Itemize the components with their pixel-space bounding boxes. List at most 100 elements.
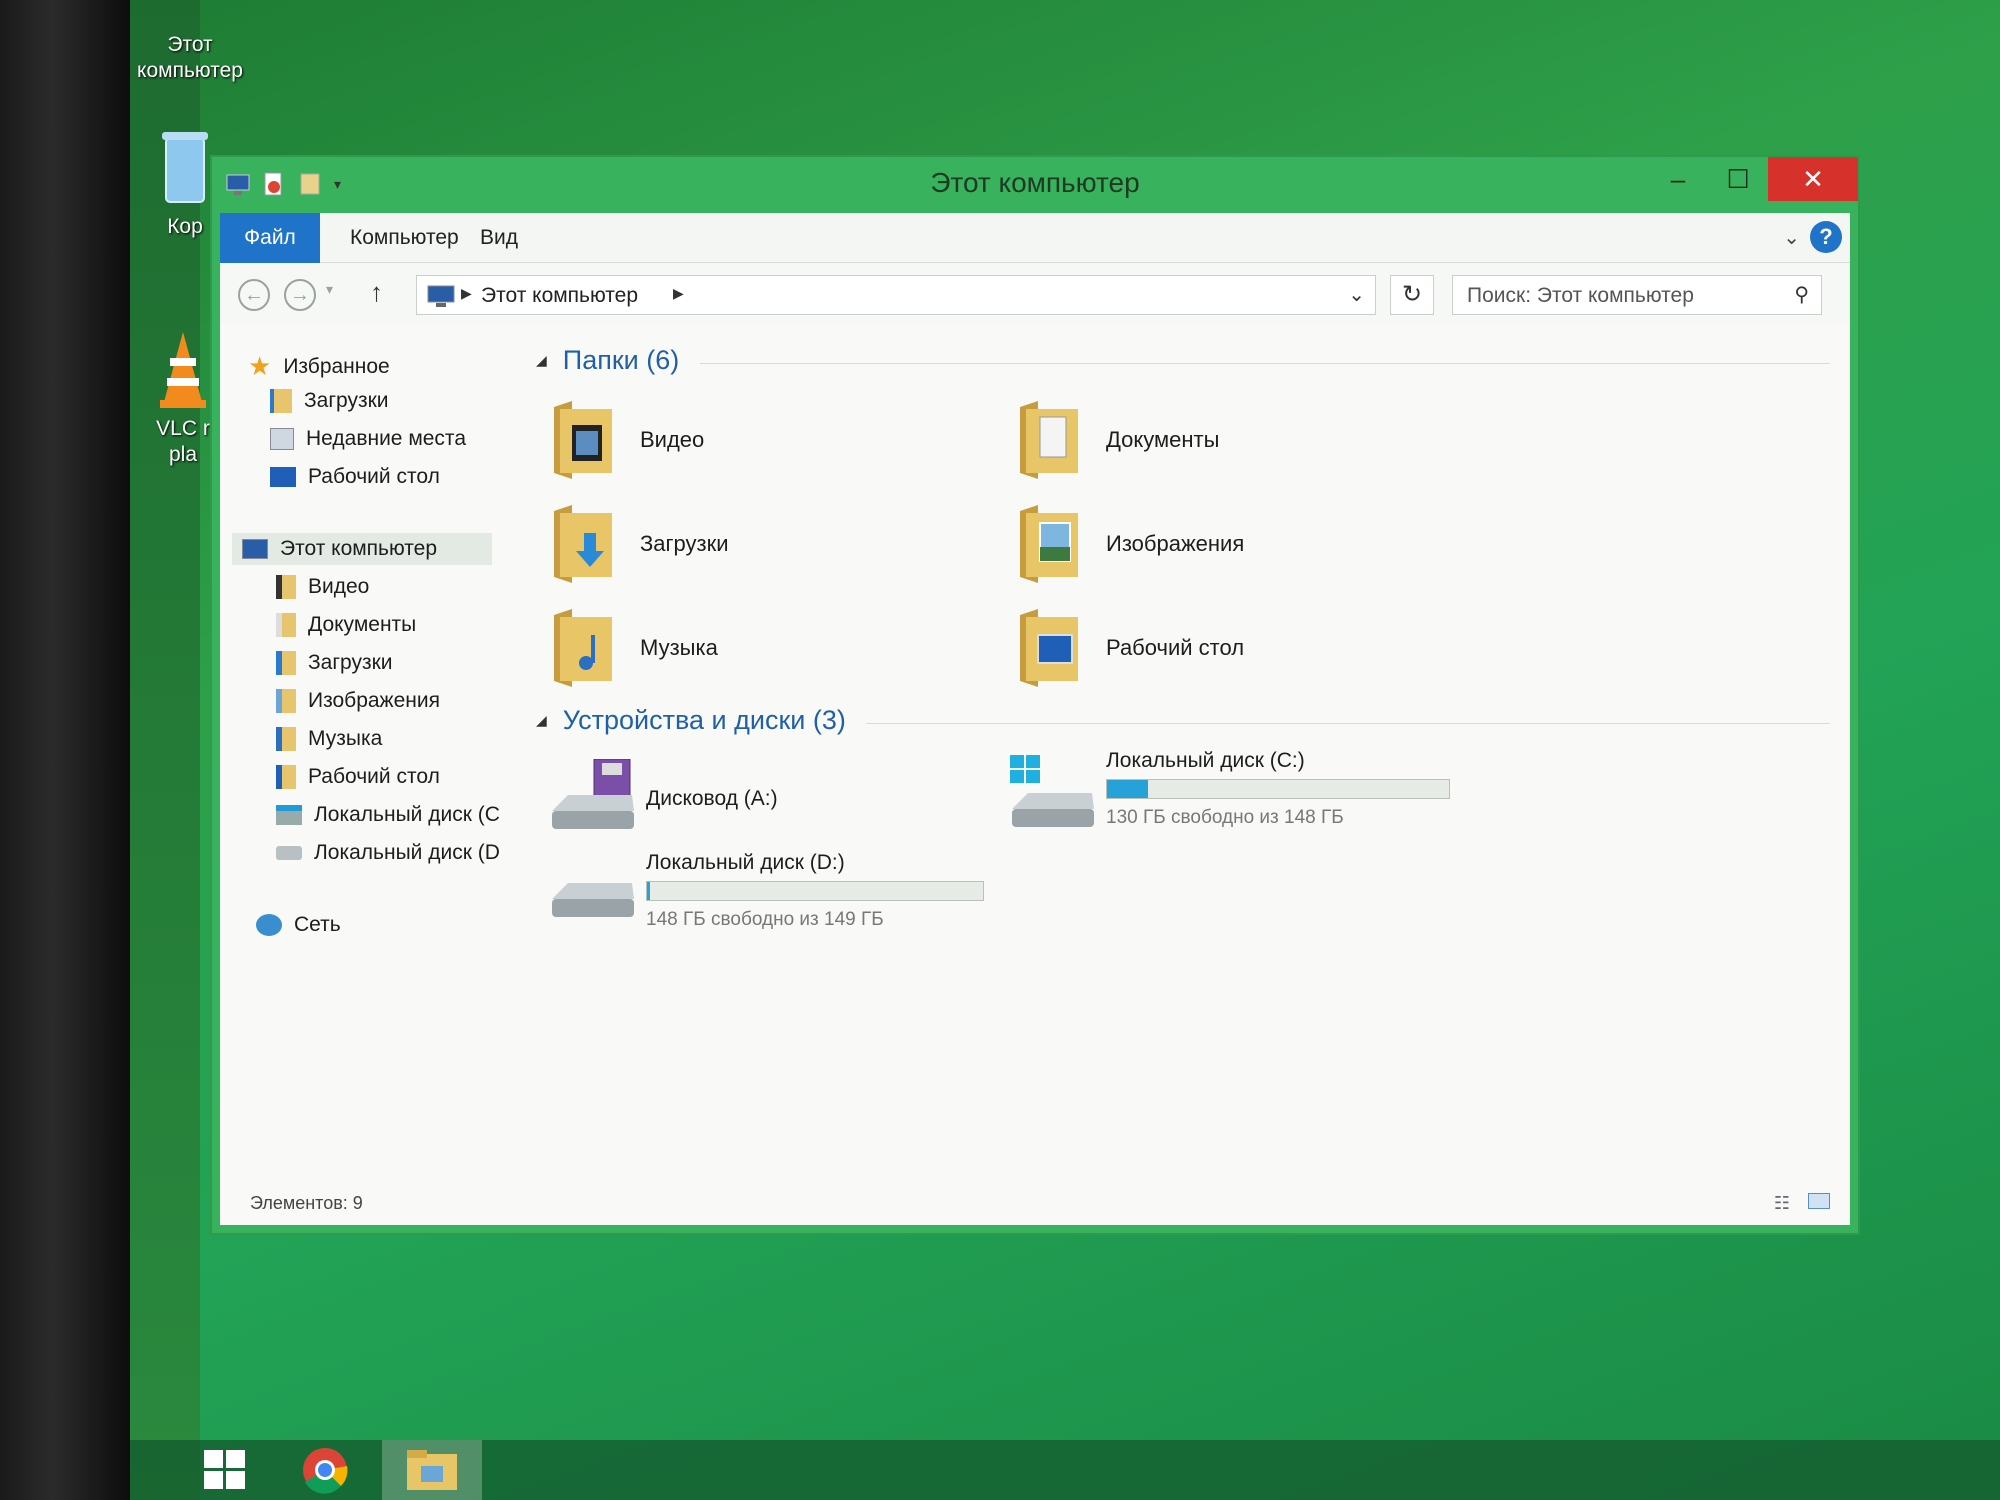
start-button[interactable]	[190, 1440, 260, 1500]
taskbar-chrome[interactable]	[290, 1440, 360, 1500]
network-icon	[256, 914, 282, 936]
folders-group-header[interactable]: ◢ Папки (6)	[536, 345, 679, 376]
system-drive-icon	[1010, 755, 1094, 827]
nav-label: Музыка	[308, 727, 383, 750]
recent-locations-icon[interactable]: ▾	[326, 281, 333, 298]
nav-item-pictures[interactable]: Изображения	[276, 689, 440, 713]
tab-view[interactable]: Вид	[462, 213, 536, 263]
close-button[interactable]: ✕	[1768, 157, 1858, 201]
maximize-button[interactable]: ☐	[1708, 157, 1768, 201]
tab-computer[interactable]: Компьютер	[332, 213, 477, 263]
address-field[interactable]: ▶ Этот компьютер ▶ ⌄	[416, 275, 1376, 315]
breadcrumb-this-pc[interactable]: Этот компьютер	[481, 284, 638, 308]
collapse-icon: ◢	[536, 352, 547, 368]
nav-label: Недавние места	[306, 427, 466, 450]
ribbon: Файл Компьютер Вид ⌄ ?	[220, 213, 1850, 263]
details-view-icon[interactable]: ☷	[1774, 1193, 1790, 1214]
search-icon[interactable]: ⚲	[1794, 282, 1809, 307]
folder-tile-pictures[interactable]: Изображения	[1016, 503, 1244, 585]
drive-tile-disk-d[interactable]: Локальный диск (D:) 148 ГБ свободно из 1…	[550, 851, 1010, 951]
nav-item-desktop-pc[interactable]: Рабочий стол	[276, 765, 440, 789]
nav-label: Рабочий стол	[308, 765, 440, 788]
back-button[interactable]: ←	[238, 279, 270, 311]
nav-item-videos[interactable]: Видео	[276, 575, 369, 599]
folder-tile-desktop[interactable]: Рабочий стол	[1016, 607, 1244, 689]
devices-group-header[interactable]: ◢ Устройства и диски (3)	[536, 705, 846, 736]
window-title: Этот компьютер	[930, 167, 1140, 198]
breadcrumb-separator-icon[interactable]: ▶	[673, 285, 684, 302]
nav-this-pc[interactable]: Этот компьютер	[232, 533, 492, 565]
nav-label: Видео	[308, 575, 370, 598]
nav-item-downloads-pc[interactable]: Загрузки	[276, 651, 393, 675]
music-folder-icon	[554, 609, 612, 687]
nav-label: Избранное	[283, 354, 390, 378]
divider	[700, 363, 1830, 364]
forward-button[interactable]: →	[284, 279, 316, 311]
folder-tile-downloads[interactable]: Загрузки	[550, 503, 729, 585]
desktop-icon-label: Этот компьютер	[137, 33, 243, 83]
nav-label: Документы	[308, 613, 417, 636]
group-title: Папки (6)	[562, 345, 680, 375]
star-icon: ★	[248, 351, 272, 381]
explorer-window: ▾ Этот компьютер – ☐ ✕ Файл Компьютер Ви…	[210, 155, 1860, 1235]
file-explorer-icon	[407, 1450, 457, 1490]
refresh-button[interactable]: ↻	[1390, 275, 1434, 315]
divider	[866, 723, 1830, 724]
nav-item-downloads[interactable]: Загрузки	[270, 389, 389, 413]
disk-usage-fill	[1107, 780, 1149, 798]
pictures-folder-icon	[1020, 505, 1078, 583]
nav-item-music[interactable]: Музыка	[276, 727, 382, 751]
help-button[interactable]: ?	[1810, 221, 1842, 253]
nav-item-recent-places[interactable]: Недавние места	[270, 427, 466, 451]
tab-file[interactable]: Файл	[220, 213, 320, 263]
desktop-icon-this-pc[interactable]: Этот компьютер	[130, 10, 250, 85]
taskbar-file-explorer[interactable]	[382, 1440, 482, 1500]
expand-ribbon-icon[interactable]: ⌄	[1783, 225, 1800, 250]
drive-icon	[552, 883, 634, 917]
folder-tile-videos[interactable]: Видео	[550, 399, 704, 481]
disk-usage-bar	[646, 881, 984, 901]
search-input[interactable]: Поиск: Этот компьютер ⚲	[1452, 275, 1822, 315]
drive-name: Локальный диск (C:)	[1106, 749, 1305, 772]
vlc-cone-icon	[158, 330, 208, 410]
item-count: Элементов: 9	[250, 1193, 363, 1213]
minimize-button[interactable]: –	[1648, 157, 1708, 201]
nav-item-disk-c[interactable]: Локальный диск (C	[276, 803, 500, 827]
folder-label: Видео	[640, 427, 705, 452]
videos-folder-icon	[276, 575, 296, 599]
drive-name: Локальный диск (D:)	[646, 851, 845, 874]
drive-tile-floppy[interactable]: Дисковод (A:)	[550, 755, 950, 845]
drive-name: Дисковод (A:)	[646, 787, 778, 810]
nav-label: Локальный диск (D	[314, 841, 500, 864]
desktop-icon	[270, 467, 296, 487]
up-button[interactable]: ↑	[370, 277, 383, 308]
folder-tile-music[interactable]: Музыка	[550, 607, 718, 689]
title-bar[interactable]: ▾ Этот компьютер – ☐ ✕	[212, 157, 1858, 213]
breadcrumb-separator-icon[interactable]: ▶	[461, 285, 472, 302]
folder-tile-documents[interactable]: Документы	[1016, 399, 1219, 481]
nav-label: Рабочий стол	[308, 465, 440, 488]
desktop-icon-label: VLC r pla	[156, 417, 210, 467]
folder-label: Загрузки	[640, 531, 729, 556]
documents-folder-icon	[276, 613, 296, 637]
nav-item-disk-d[interactable]: Локальный диск (D	[276, 841, 500, 865]
drive-tile-disk-c[interactable]: Локальный диск (C:) 130 ГБ свободно из 1…	[1010, 749, 1530, 849]
desktop-icon-vlc[interactable]: VLC r pla	[148, 330, 218, 469]
group-title: Устройства и диски (3)	[562, 705, 846, 735]
downloads-folder-icon	[276, 651, 296, 675]
view-switcher: ☷	[1774, 1193, 1830, 1214]
nav-favorites[interactable]: ★ Избранное	[248, 351, 390, 382]
nav-item-desktop[interactable]: Рабочий стол	[270, 465, 440, 489]
drive-icon	[276, 846, 302, 860]
nav-network[interactable]: Сеть	[256, 913, 341, 937]
nav-label: Сеть	[294, 913, 341, 936]
nav-label: Изображения	[308, 689, 440, 712]
nav-label: Локальный диск (C	[314, 803, 500, 826]
nav-item-documents[interactable]: Документы	[276, 613, 416, 637]
folder-label: Музыка	[640, 635, 718, 660]
disk-usage-fill	[647, 882, 651, 900]
address-dropdown-icon[interactable]: ⌄	[1348, 282, 1365, 307]
large-icons-view-icon[interactable]	[1808, 1193, 1830, 1209]
monitor-bezel	[0, 0, 130, 1500]
recycle-bin-icon	[160, 128, 210, 208]
